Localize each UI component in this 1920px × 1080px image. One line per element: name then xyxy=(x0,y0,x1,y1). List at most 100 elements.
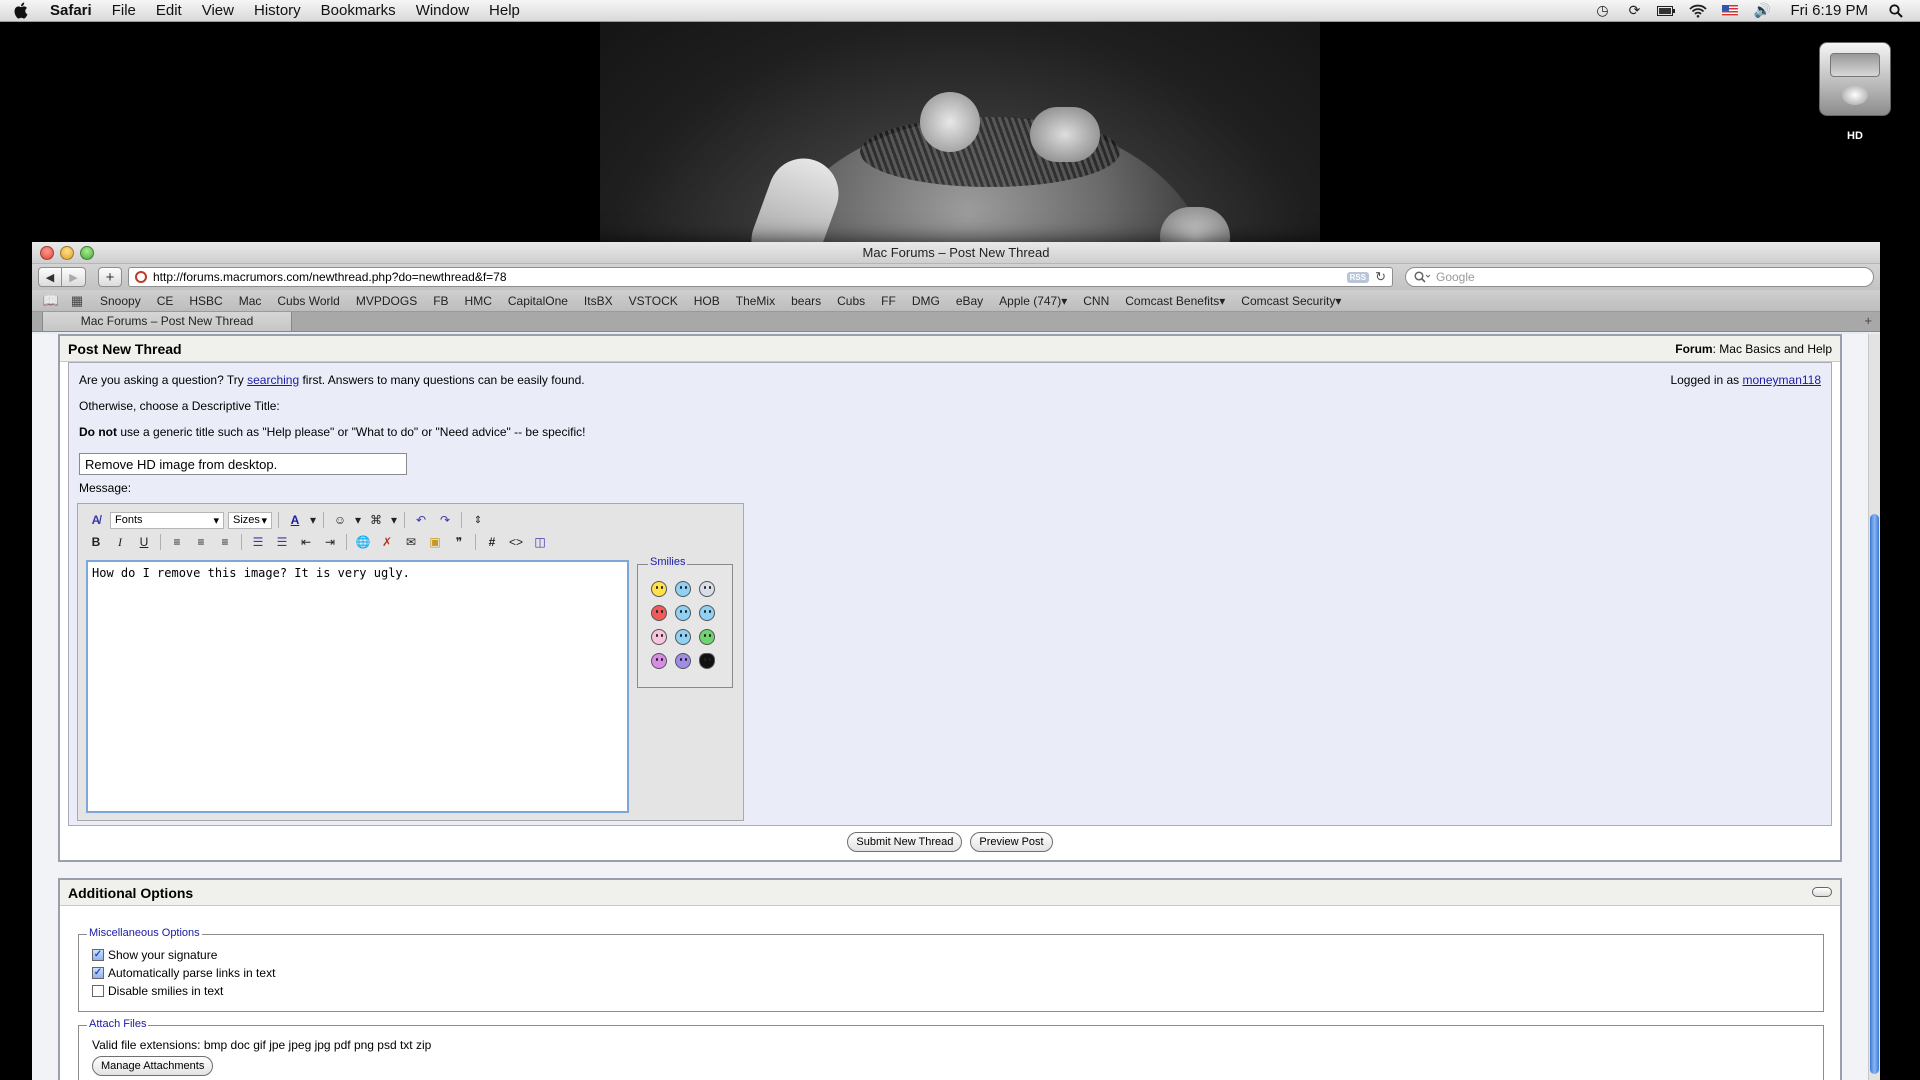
wifi-icon[interactable] xyxy=(1688,3,1708,19)
font-select[interactable]: Fonts ▾ xyxy=(110,511,224,529)
new-tab-icon[interactable]: + xyxy=(1864,313,1872,328)
eek-icon[interactable] xyxy=(699,581,715,597)
remove-link-icon[interactable]: ✗ xyxy=(377,533,397,551)
bookmark-item[interactable]: FB xyxy=(425,294,456,308)
align-left-icon[interactable]: ≡ xyxy=(167,533,187,551)
bookmark-item[interactable]: HOB xyxy=(686,294,728,308)
eek-purple-icon[interactable] xyxy=(651,653,667,669)
rolleyes-icon[interactable] xyxy=(675,605,691,621)
biggrin-icon[interactable] xyxy=(699,629,715,645)
menu-file[interactable]: File xyxy=(102,2,146,19)
indent-icon[interactable]: ⇥ xyxy=(320,533,340,551)
cool-icon[interactable] xyxy=(699,605,715,621)
text-color-icon[interactable]: A xyxy=(285,511,305,529)
flag-icon[interactable] xyxy=(1720,3,1740,19)
chevron-down-icon[interactable]: ▾ xyxy=(354,511,362,529)
size-select[interactable]: Sizes ▾ xyxy=(228,511,272,529)
bookmark-item[interactable]: eBay xyxy=(948,294,991,308)
quote-icon[interactable]: ❞ xyxy=(449,533,469,551)
unordered-list-icon[interactable]: ☰ xyxy=(272,533,292,551)
bookmark-item[interactable]: MVPDOGS xyxy=(348,294,425,308)
code-tag-icon[interactable]: <> xyxy=(506,533,526,551)
align-right-icon[interactable]: ≡ xyxy=(215,533,235,551)
menu-safari[interactable]: Safari xyxy=(40,2,102,19)
bookmark-folder[interactable]: Comcast Security▾ xyxy=(1233,294,1349,308)
bookmark-item[interactable]: VSTOCK xyxy=(621,294,686,308)
php-code-icon[interactable]: ◫ xyxy=(530,533,550,551)
top-sites-grid-icon[interactable]: ▦ xyxy=(66,293,88,309)
sync-icon[interactable]: ⟳ xyxy=(1624,2,1644,19)
ordered-list-icon[interactable]: ☰ xyxy=(248,533,268,551)
menu-history[interactable]: History xyxy=(244,2,311,19)
forward-button[interactable]: ▶ xyxy=(62,267,86,287)
disable-smilies-checkbox[interactable] xyxy=(92,985,104,997)
insert-link-icon[interactable]: 🌐 xyxy=(353,533,373,551)
apple-menu-icon[interactable] xyxy=(0,2,40,19)
bookmark-item[interactable]: CapitalOne xyxy=(500,294,576,308)
message-textarea[interactable]: How do I remove this image? It is very u… xyxy=(86,560,629,813)
bookmarks-book-icon[interactable]: 📖 xyxy=(40,293,62,309)
bookmark-item[interactable]: Cubs World xyxy=(269,294,347,308)
italic-button[interactable]: I xyxy=(110,533,130,551)
smiley-menu-icon[interactable]: ☺ xyxy=(330,511,350,529)
volume-icon[interactable]: 🔊 xyxy=(1752,2,1772,19)
hard-drive-desktop-icon[interactable]: HD xyxy=(1810,42,1900,142)
show-signature-option[interactable]: ✓ Show your signature xyxy=(92,946,1823,964)
username-link[interactable]: moneyman118 xyxy=(1743,373,1822,387)
collapse-toggle-icon[interactable] xyxy=(1812,886,1832,897)
menu-help[interactable]: Help xyxy=(479,2,530,19)
search-field[interactable]: Google xyxy=(1405,267,1874,287)
chevron-down-icon[interactable]: ▾ xyxy=(309,511,317,529)
searching-link[interactable]: searching xyxy=(247,373,299,387)
hard-drive-icon[interactable] xyxy=(1819,42,1891,116)
bookmark-folder[interactable]: Comcast Benefits▾ xyxy=(1117,294,1233,308)
bookmark-item[interactable]: HSBC xyxy=(181,294,230,308)
show-signature-checkbox[interactable]: ✓ xyxy=(92,949,104,961)
back-button[interactable]: ◀ xyxy=(38,267,62,287)
menubar-clock[interactable]: Fri 6:19 PM xyxy=(1784,2,1874,19)
align-center-icon[interactable]: ≡ xyxy=(191,533,211,551)
bookmark-folder[interactable]: Apple (747)▾ xyxy=(991,294,1075,308)
menu-edit[interactable]: Edit xyxy=(146,2,192,19)
resize-editor-icon[interactable]: ⇕ xyxy=(468,511,488,529)
preview-post-button[interactable]: Preview Post xyxy=(970,832,1053,852)
smile-icon[interactable] xyxy=(651,581,667,597)
underline-button[interactable]: U xyxy=(134,533,154,551)
confused-icon[interactable] xyxy=(675,581,691,597)
thread-title-input[interactable] xyxy=(79,453,407,475)
bookmark-item[interactable]: Snoopy xyxy=(92,294,149,308)
undo-icon[interactable]: ↶ xyxy=(411,511,431,529)
insert-email-icon[interactable]: ✉ xyxy=(401,533,421,551)
chevron-down-icon[interactable]: ▾ xyxy=(390,511,398,529)
redo-icon[interactable]: ↷ xyxy=(435,511,455,529)
remove-format-icon[interactable]: A̸ xyxy=(86,511,106,529)
disable-smilies-option[interactable]: Disable smilies in text xyxy=(92,982,1823,1000)
page-scrollbar[interactable] xyxy=(1868,334,1880,1080)
menu-bookmarks[interactable]: Bookmarks xyxy=(311,2,406,19)
bookmark-item[interactable]: DMG xyxy=(904,294,948,308)
outdent-icon[interactable]: ⇤ xyxy=(296,533,316,551)
apple-logo-icon[interactable] xyxy=(699,653,715,669)
insert-image-icon[interactable]: ▣ xyxy=(425,533,445,551)
spotlight-icon[interactable] xyxy=(1886,3,1906,19)
manage-attachments-button[interactable]: Manage Attachments xyxy=(92,1056,214,1076)
menu-window[interactable]: Window xyxy=(406,2,479,19)
submit-new-thread-button[interactable]: Submit New Thread xyxy=(847,832,963,852)
parse-links-checkbox[interactable]: ✓ xyxy=(92,967,104,979)
bookmark-item[interactable]: HMC xyxy=(457,294,500,308)
tab-current[interactable]: Mac Forums – Post New Thread xyxy=(42,312,292,332)
address-bar[interactable]: http://forums.macrumors.com/newthread.ph… xyxy=(128,267,1393,287)
menu-view[interactable]: View xyxy=(192,2,244,19)
bookmark-item[interactable]: CNN xyxy=(1075,294,1117,308)
parse-links-option[interactable]: ✓ Automatically parse links in text xyxy=(92,964,1823,982)
minimize-window-button[interactable] xyxy=(60,246,74,260)
add-bookmark-button[interactable]: + xyxy=(98,267,122,287)
bookmark-item[interactable]: Cubs xyxy=(829,294,873,308)
bookmark-item[interactable]: CE xyxy=(149,294,182,308)
time-machine-icon[interactable]: ◷ xyxy=(1592,2,1612,19)
hash-code-icon[interactable]: # xyxy=(482,533,502,551)
window-titlebar[interactable]: Mac Forums – Post New Thread xyxy=(32,242,1880,264)
frown-icon[interactable] xyxy=(675,653,691,669)
bold-button[interactable]: B xyxy=(86,533,106,551)
url-text[interactable]: http://forums.macrumors.com/newthread.ph… xyxy=(153,270,1341,284)
